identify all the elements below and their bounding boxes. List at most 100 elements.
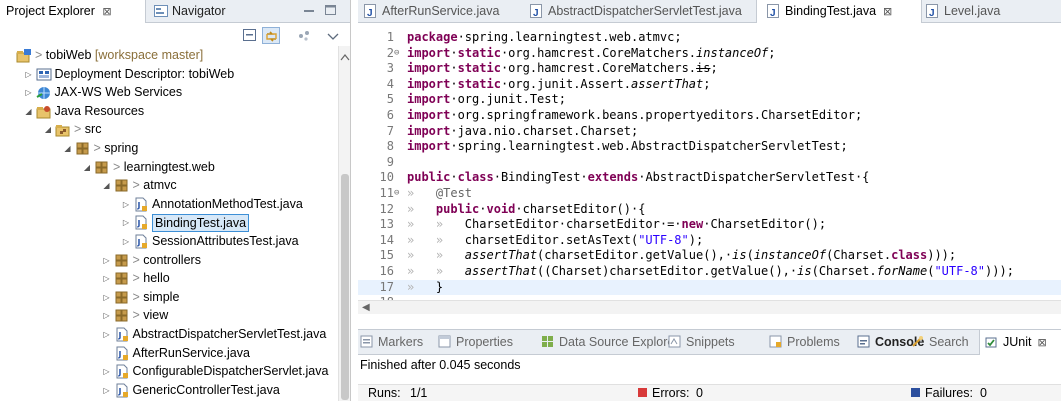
- tree-item[interactable]: ▷ > simple: [0, 288, 338, 307]
- tree-item-label: GenericControllerTest.java: [133, 381, 280, 400]
- tree-item[interactable]: ▷ J SessionAttributesTest.java: [0, 232, 338, 251]
- tree-item[interactable]: ▷ JAX-WS Web Services: [0, 83, 338, 102]
- tab-search[interactable]: Search: [911, 330, 969, 355]
- tree-item[interactable]: ◢ > learningtest.web: [0, 158, 338, 177]
- tree-item[interactable]: ▷ > view: [0, 306, 338, 325]
- tab-navigator[interactable]: Navigator: [146, 0, 226, 23]
- explorer-scrollbar[interactable]: [338, 46, 351, 401]
- editor-horizontal-scrollbar[interactable]: ◀: [358, 300, 1061, 314]
- tree-item[interactable]: ▷ Deployment Descriptor: tobiWeb: [0, 65, 338, 84]
- close-icon[interactable]: ⊠: [102, 6, 111, 18]
- tab-junit[interactable]: JUnit ⊠: [979, 330, 1061, 355]
- close-icon[interactable]: ⊠: [1037, 337, 1046, 349]
- scroll-left-icon[interactable]: ◀: [362, 302, 370, 313]
- code-line[interactable]: 6 import·org.springframework.beans.proper…: [358, 108, 1061, 123]
- collapsed-arrow-icon[interactable]: ▷: [121, 213, 131, 232]
- tree-item[interactable]: ▷ J ConfigurableDispatcherServlet.java: [0, 362, 338, 381]
- expanded-arrow-icon[interactable]: ◢: [63, 139, 73, 158]
- tree-item[interactable]: ▷ > controllers: [0, 251, 338, 270]
- collapsed-arrow-icon[interactable]: ▷: [102, 381, 112, 400]
- collapsed-arrow-icon[interactable]: ▷: [102, 325, 112, 344]
- code-line[interactable]: 16 » » assertThat((Charset)charsetEditor.…: [358, 264, 1061, 279]
- collapsed-arrow-icon[interactable]: ▷: [102, 362, 112, 381]
- junit-icon: [985, 335, 1003, 349]
- tree-item[interactable]: > tobiWeb [workspace master]: [0, 46, 338, 65]
- tree-item[interactable]: ◢ > atmvc: [0, 176, 338, 195]
- collapsed-arrow-icon[interactable]: ▷: [102, 288, 112, 307]
- link-with-editor-icon[interactable]: [262, 27, 280, 44]
- tab-abstractdispatcherservlettest[interactable]: AbstractDispatcherServletTest.java: [530, 0, 742, 25]
- collapsed-arrow-icon[interactable]: ▷: [24, 65, 34, 84]
- code-area[interactable]: 1 package·spring.learningtest.web.atmvc; 2…: [358, 23, 1061, 300]
- code-line[interactable]: 3 import·static·org.hamcrest.CoreMatchers…: [358, 61, 1061, 76]
- tree-item[interactable]: ▷ J GenericControllerTest.java: [0, 381, 338, 400]
- code-token: )));: [985, 264, 1014, 278]
- collapse-all-icon[interactable]: [241, 27, 259, 44]
- code-line[interactable]: 15 » » assertThat(charsetEditor.getValue(…: [358, 248, 1061, 263]
- code-line[interactable]: 1 package·spring.learningtest.web.atmvc;: [358, 30, 1061, 45]
- tree-item[interactable]: ▷ J BindingTest.java: [0, 213, 338, 233]
- scrollbar-thumb[interactable]: [341, 174, 349, 400]
- collapsed-arrow-icon[interactable]: ▷: [121, 232, 131, 251]
- errors-value: 0: [696, 386, 703, 400]
- fold-toggle-icon[interactable]: ⊖: [394, 46, 404, 61]
- expanded-arrow-icon[interactable]: ◢: [43, 120, 53, 139]
- tree-item-name: view: [143, 308, 169, 323]
- tree-item[interactable]: ▷ J AbstractDispatcherServletTest.java: [0, 325, 338, 344]
- code-text: import·static·org.junit.Assert.assertTha…: [407, 77, 710, 92]
- tree-item-name: tobiWeb: [45, 48, 92, 62]
- collapsed-arrow-icon[interactable]: ▷: [102, 269, 112, 288]
- tree-item[interactable]: ◢ Java Resources: [0, 102, 338, 121]
- code-line[interactable]: 4 import·static·org.junit.Assert.assertTh…: [358, 77, 1061, 92]
- tab-markers[interactable]: Markers: [360, 330, 423, 355]
- git-decoration: >: [74, 122, 85, 137]
- minimize-icon[interactable]: [302, 3, 316, 17]
- code-line[interactable]: 10 public·class·BindingTest·extends·Abstr…: [358, 170, 1061, 185]
- tab-bindingtest[interactable]: BindingTest.java ⊠: [756, 0, 922, 25]
- expanded-arrow-icon[interactable]: ◢: [102, 176, 112, 195]
- tab-project-explorer[interactable]: Project Explorer ⊠: [0, 0, 146, 23]
- fold-toggle-icon[interactable]: ⊖: [394, 186, 404, 201]
- expanded-arrow-icon[interactable]: ◢: [82, 158, 92, 177]
- tree-item[interactable]: ◢ > spring: [0, 139, 338, 158]
- tab-properties[interactable]: Properties: [438, 330, 513, 355]
- code-line[interactable]: 11 ⊖» @Test: [358, 186, 1061, 201]
- collapsed-arrow-icon[interactable]: ▷: [121, 195, 131, 214]
- tab-level[interactable]: Level.java: [926, 0, 1000, 25]
- code-line[interactable]: 8 import·spring.learningtest.web.Abstract…: [358, 139, 1061, 154]
- line-number: 12: [379, 201, 394, 216]
- view-menu-icon[interactable]: [296, 27, 314, 44]
- maximize-icon[interactable]: [324, 3, 338, 17]
- scroll-up-icon[interactable]: [339, 52, 351, 62]
- tree-item[interactable]: ◢ > src: [0, 120, 338, 139]
- tree-item[interactable]: J AfterRunService.java: [0, 344, 338, 363]
- line-number: 17: [379, 279, 394, 294]
- code-line[interactable]: 12 » public·void·charsetEditor()·{: [358, 202, 1061, 217]
- tree-item-label: AnnotationMethodTest.java: [152, 195, 303, 214]
- code-line[interactable]: 17 » }: [358, 279, 1061, 295]
- collapsed-arrow-icon[interactable]: ▷: [102, 251, 112, 270]
- code-line[interactable]: 7 import·java.nio.charset.Charset;: [358, 124, 1061, 139]
- code-token: static: [457, 61, 501, 76]
- tab-problems[interactable]: Problems: [769, 330, 840, 355]
- code-token: ·: [450, 45, 458, 60]
- java-file-icon: J: [133, 234, 149, 249]
- tree-item[interactable]: ▷ J AnnotationMethodTest.java: [0, 195, 338, 214]
- tab-snippets[interactable]: Snippets: [668, 330, 735, 355]
- tree-item[interactable]: ▷ > hello: [0, 269, 338, 288]
- bottom-tab-label: Problems: [787, 335, 840, 349]
- code-line[interactable]: 13 » » CharsetEditor·charsetEditor·=·new·…: [358, 217, 1061, 232]
- code-line[interactable]: 9: [358, 155, 1061, 170]
- chevron-down-icon[interactable]: [324, 27, 342, 44]
- tab-afterrunservice[interactable]: AfterRunService.java: [364, 0, 499, 25]
- code-line[interactable]: 5 import·org.junit.Test;: [358, 92, 1061, 107]
- code-line[interactable]: 14 » » charsetEditor.setAsText("UTF-8");: [358, 233, 1061, 248]
- collapsed-arrow-icon[interactable]: ▷: [102, 306, 112, 325]
- tab-data-source-explorer[interactable]: Data Source Explorer: [541, 330, 679, 355]
- code-line[interactable]: 2 ⊖ import·static·org.hamcrest.CoreMatcher…: [358, 46, 1061, 61]
- code-token: ·: [450, 61, 458, 76]
- code-text: package·spring.learningtest.web.atmvc;: [407, 30, 682, 45]
- close-icon[interactable]: ⊠: [883, 6, 892, 18]
- collapsed-arrow-icon[interactable]: ▷: [24, 83, 34, 102]
- expanded-arrow-icon[interactable]: ◢: [24, 102, 34, 121]
